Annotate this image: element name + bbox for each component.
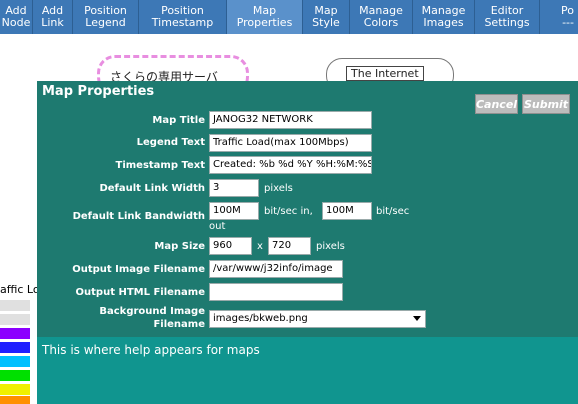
map-title-label: Map Title (152, 115, 205, 126)
timestamp-text-input[interactable]: Created: %b %d %Y %H:%M:%S (209, 156, 372, 174)
position-timestamp-label-2: Timestamp (151, 16, 214, 29)
position-legend-label-2: Legend (85, 16, 126, 29)
link-width-label: Default Link Width (99, 183, 205, 194)
legend-swatch (0, 342, 30, 353)
bandwidth-out-input[interactable]: 100M (322, 202, 372, 220)
background-image-label-2: Filename (153, 319, 205, 330)
map-title-input[interactable]: JANOG32 NETWORK (209, 111, 372, 129)
bandwidth-out-unit: bit/sec (376, 206, 410, 217)
position-legend-button[interactable]: Position Legend (73, 0, 139, 34)
cancel-button[interactable]: Cancel (475, 94, 518, 114)
manage-images-button[interactable]: Manage Images (413, 0, 475, 34)
map-properties-button[interactable]: Map Properties (227, 0, 303, 34)
link-bandwidth-label: Default Link Bandwidth (72, 211, 205, 222)
legend-swatch (0, 314, 30, 325)
submit-button[interactable]: Submit (522, 94, 570, 114)
map-size-separator: x (257, 241, 263, 252)
legend-swatch (0, 370, 30, 381)
manage-images-label-2: Images (423, 16, 464, 29)
bandwidth-in-input[interactable]: 100M (209, 202, 259, 220)
map-size-unit: pixels (316, 241, 345, 252)
output-image-label: Output Image Filename (72, 264, 205, 275)
dialog-title: Map Properties (42, 84, 155, 99)
legend-swatch (0, 356, 30, 367)
background-image-select[interactable]: images/bkweb.png (209, 310, 426, 328)
add-node-button[interactable]: Add Node (0, 0, 33, 34)
map-properties-label-2: Properties (236, 16, 293, 29)
background-image-label-1: Background Image (99, 306, 205, 317)
bandwidth-out-unit-wrap: out (209, 221, 226, 232)
map-size-label: Map Size (154, 241, 205, 252)
map-width-input[interactable]: 960 (209, 237, 252, 255)
link-width-unit: pixels (264, 183, 293, 194)
map-height-input[interactable]: 720 (268, 237, 311, 255)
legend-text-input[interactable]: Traffic Load(max 100Mbps) (209, 134, 372, 152)
background-image-value: images/bkweb.png (213, 313, 308, 324)
legend-swatch (0, 328, 30, 339)
position-more-button[interactable]: Po --- (540, 0, 578, 34)
timestamp-text-label: Timestamp Text (115, 160, 206, 171)
legend-text-label: Legend Text (136, 137, 205, 148)
add-link-label-2: Link (41, 16, 64, 29)
map-node-cloud-label: The Internet (346, 66, 424, 81)
legend-swatch (0, 396, 30, 404)
legend-swatch (0, 384, 30, 395)
add-link-button[interactable]: Add Link (33, 0, 73, 34)
bandwidth-in-unit: bit/sec in, (264, 206, 313, 217)
chevron-down-icon (413, 316, 421, 321)
help-text: This is where help appears for maps (42, 343, 260, 357)
manage-colors-label-2: Colors (363, 16, 399, 29)
position-timestamp-button[interactable]: Position Timestamp (139, 0, 227, 34)
link-width-input[interactable]: 3 (209, 179, 259, 197)
output-image-input[interactable]: /var/www/j32info/image (209, 260, 343, 278)
editor-settings-label-2: Settings (484, 16, 530, 29)
map-style-label-2: Style (312, 16, 340, 29)
add-node-label-2: Node (1, 16, 31, 29)
position-more-label-2: --- (562, 16, 574, 29)
map-legend[interactable] (0, 283, 40, 404)
manage-colors-button[interactable]: Manage Colors (350, 0, 413, 34)
map-style-button[interactable]: Map Style (303, 0, 350, 34)
editor-settings-button[interactable]: Editor Settings (475, 0, 540, 34)
toolbar: Add Node Add Link Position Legend Positi… (0, 0, 578, 34)
output-html-label: Output HTML Filename (75, 287, 205, 298)
legend-swatch (0, 300, 30, 311)
output-html-input[interactable] (209, 283, 343, 301)
